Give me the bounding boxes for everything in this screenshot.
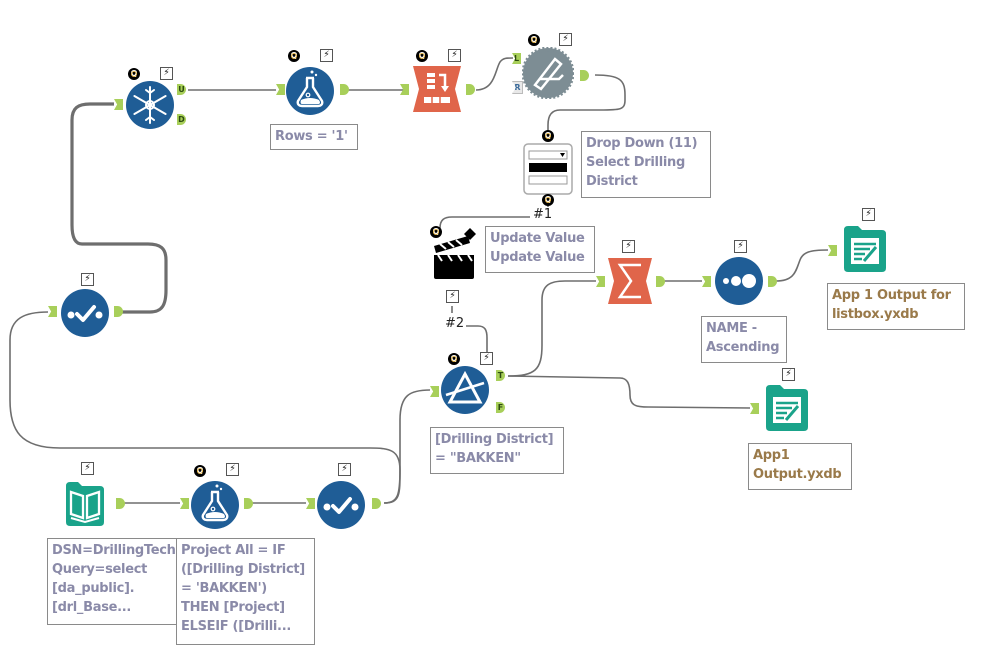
input-anchor[interactable] — [306, 498, 315, 509]
crosstab-tool[interactable]: Q ⚡ — [398, 46, 478, 116]
sort-dots-icon — [715, 257, 763, 305]
lightning-bolt-icon: ⚡ — [226, 463, 239, 476]
filter-prism-icon — [441, 366, 489, 414]
output-anchor-t[interactable]: T — [496, 370, 505, 381]
dropdown-annotation: Drop Down (11) Select Drilling District — [581, 131, 711, 198]
sort-tool[interactable]: ⚡ — [700, 240, 780, 310]
formula-project-tool[interactable]: Q ⚡ — [176, 460, 256, 536]
sort-annotation: NAME - Ascending — [701, 316, 787, 363]
lightning-bolt-icon: ⚡ — [446, 290, 459, 303]
output-anchor[interactable] — [580, 70, 589, 81]
input-anchor[interactable] — [430, 386, 439, 397]
lightning-bolt-icon: ⚡ — [448, 49, 461, 62]
flask-icon — [191, 481, 239, 529]
input-anchor[interactable] — [276, 84, 285, 95]
lightning-bolt-icon: ⚡ — [81, 462, 94, 475]
formula-rows-tool[interactable]: Q ⚡ — [272, 46, 352, 116]
output-anchor[interactable] — [340, 84, 349, 95]
output-anchor[interactable] — [114, 306, 123, 317]
output-listbox-annotation: App 1 Output for listbox.yxdb — [827, 283, 965, 330]
output-anchor[interactable] — [768, 276, 777, 287]
dropdown-interface-tool[interactable]: Q Q — [520, 128, 580, 208]
input-anchor[interactable] — [828, 245, 837, 256]
wire-filter-to-summarize — [507, 280, 596, 377]
input-anchor[interactable] — [750, 403, 759, 414]
select-check-icon — [61, 289, 109, 337]
output-anchor-d[interactable]: D — [177, 114, 186, 125]
quick-connect-icon: Q — [542, 130, 554, 142]
input-anchor[interactable] — [596, 276, 605, 287]
append-fields-tool[interactable]: Q ⚡ L R — [508, 26, 598, 106]
select-check-icon — [317, 481, 365, 529]
input-anchor[interactable] — [48, 306, 57, 317]
lightning-bolt-icon: ⚡ — [559, 33, 572, 46]
output-app1-annotation: App1 Output.yxdb — [748, 443, 852, 490]
lightning-bolt-icon: ⚡ — [862, 208, 875, 221]
filter-tool[interactable]: Q ⚡ T F — [426, 350, 516, 420]
output-file-icon — [766, 385, 808, 431]
step-label-1: #1 — [532, 207, 554, 222]
output-app1-tool[interactable]: ⚡ — [748, 366, 818, 440]
input-db-tool[interactable]: ⚡ — [56, 460, 132, 536]
filter-annotation: [Drilling District] = "BAKKEN" — [430, 427, 564, 474]
clapperboard-icon — [434, 228, 476, 279]
input-anchor[interactable] — [114, 99, 123, 110]
wire-filter-to-output-app1 — [507, 375, 751, 409]
output-anchor[interactable] — [244, 498, 253, 509]
output-anchor[interactable] — [116, 498, 125, 509]
lightning-bolt-icon: ⚡ — [338, 463, 351, 476]
input-anchor[interactable] — [702, 276, 711, 287]
input-anchor[interactable] — [180, 498, 189, 509]
pen-icon — [522, 47, 574, 99]
quick-connect-icon: Q — [128, 68, 140, 80]
lightning-bolt-icon: ⚡ — [734, 240, 747, 253]
output-file-icon — [844, 226, 886, 272]
output-listbox-tool[interactable]: ⚡ — [826, 206, 896, 280]
output-anchor[interactable] — [656, 276, 665, 287]
wire-sort-to-output — [775, 249, 829, 282]
crosstab-icon — [413, 66, 461, 112]
step-label-2: #2 — [444, 316, 466, 331]
quick-connect-icon: Q — [288, 50, 300, 62]
select-left-tool[interactable]: ⚡ — [46, 270, 136, 346]
lightning-bolt-icon: ⚡ — [782, 368, 795, 381]
formula-rows-annotation: Rows = '1' — [270, 124, 358, 150]
quick-connect-icon: Q — [194, 465, 206, 477]
lightning-bolt-icon: ⚡ — [320, 49, 333, 62]
quick-connect-icon: Q — [416, 50, 428, 62]
lightning-bolt-icon: ⚡ — [622, 240, 635, 253]
lightning-bolt-icon: ⚡ — [160, 67, 173, 80]
dropdown-interface-icon — [523, 143, 573, 195]
input-db-annotation: DSN=DrillingTech Query=select [da_public… — [47, 538, 177, 625]
book-input-icon — [66, 482, 104, 526]
output-anchor[interactable] — [372, 498, 381, 509]
select-bottom-tool[interactable]: ⚡ — [302, 460, 392, 536]
snowflake-icon — [126, 81, 174, 129]
input-anchor[interactable] — [400, 84, 409, 95]
lightning-bolt-icon: ⚡ — [81, 273, 94, 286]
input-anchor-l[interactable]: L — [512, 53, 521, 64]
action-annotation: Update Value Update Value — [485, 226, 595, 273]
action-tool[interactable]: Q — [426, 222, 486, 286]
quick-connect-icon: Q — [448, 353, 460, 365]
quick-connect-icon: Q — [528, 34, 540, 46]
flask-icon — [286, 67, 334, 115]
lightning-bolt-icon: ⚡ — [480, 352, 493, 365]
quick-connect-icon: Q — [542, 194, 554, 206]
wire-step2 — [466, 325, 488, 352]
output-anchor[interactable] — [466, 84, 475, 95]
dynamic-input-tool[interactable]: Q ⚡ U D — [114, 64, 194, 134]
output-anchor-u[interactable]: U — [177, 84, 186, 95]
output-anchor-f[interactable]: F — [496, 402, 505, 413]
summarize-tool[interactable]: ⚡ — [594, 240, 670, 310]
sigma-icon — [608, 258, 652, 304]
formula-project-annotation: Project All = IF ([Drilling District] = … — [176, 538, 315, 645]
